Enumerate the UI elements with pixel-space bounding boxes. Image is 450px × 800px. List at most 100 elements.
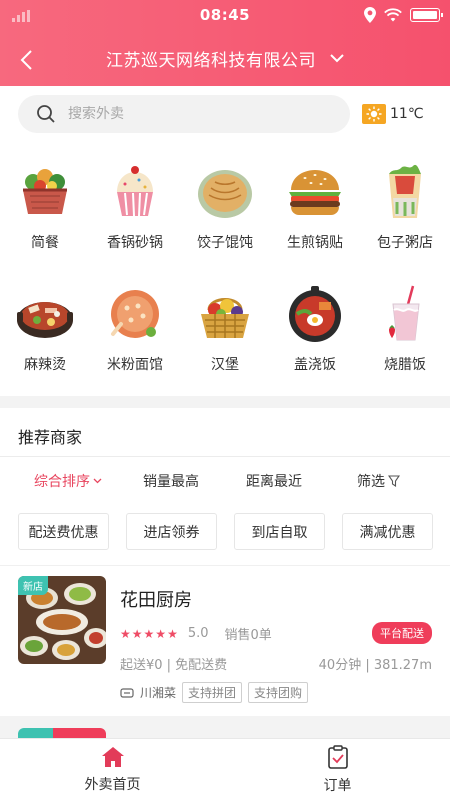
pancake-plate-icon [198,170,252,218]
basket-meal-icon [23,169,67,214]
shop-image: 新店 [18,576,106,664]
sort-label: 销量最高 [143,474,199,490]
new-shop-badge: 新店 [18,576,48,595]
order-clipboard-icon [327,744,348,769]
category-label: 生煎锅贴 [287,235,343,251]
delivery-badge: 平台配送 [372,622,432,644]
sort-bar: 综合排序 销量最高 距离最近 筛选 [0,467,450,495]
shop-info-row: 起送¥0 | 免配送费 40分钟 | 381.27m [120,654,432,673]
sort-comprehensive[interactable]: 综合排序 [34,471,102,491]
category-label: 米粉面馆 [107,357,163,373]
company-selector[interactable]: 江苏巡天网络科技有限公司 [106,46,344,71]
wifi-icon [384,8,402,22]
filter-full-reduction[interactable]: 满减优惠 [342,513,433,550]
cuisine-icon [120,687,134,698]
chevron-down-icon [330,53,344,62]
company-name: 江苏巡天网络科技有限公司 [106,50,316,71]
star-icon: ★ [120,626,131,641]
filter-icon [388,475,400,487]
rice-bowl-icon [289,286,341,342]
star-icon: ★ [143,626,155,641]
back-button[interactable] [8,42,44,78]
sort-label: 综合排序 [34,474,90,490]
shop-tag: 支持拼团 [182,682,243,703]
category-label: 包子粥店 [377,235,433,251]
sort-distance[interactable]: 距离最近 [246,471,302,491]
noodle-plate-icon [111,290,159,338]
category-label: 汉堡 [211,357,239,373]
category-label: 麻辣烫 [24,357,66,373]
sort-sales[interactable]: 销量最高 [143,471,199,491]
wrap-icon [389,164,421,218]
category-baozi[interactable]: 包子粥店 [360,150,450,272]
category-jiancan[interactable]: 简餐 [0,150,90,272]
sales-count: 销售0单 [224,628,272,643]
min-order: 起送¥0 | 免配送费 [120,658,228,673]
category-shaola[interactable]: 烧腊饭 [360,272,450,394]
category-mifen[interactable]: 米粉面馆 [90,272,180,394]
chevron-down-icon [93,478,102,484]
category-malatang[interactable]: 麻辣烫 [0,272,90,394]
temperature: 11℃ [390,106,424,122]
sort-label: 筛选 [357,474,385,490]
home-icon [101,746,124,767]
category-label: 简餐 [31,235,59,251]
category-label: 饺子馄饨 [197,235,253,251]
battery-icon [410,8,443,22]
burger-icon [289,170,341,215]
sun-icon [362,104,386,124]
location-icon [364,7,376,23]
category-shengjian[interactable]: 生煎锅贴 [270,150,360,272]
divider-line [0,456,450,457]
weather: 11℃ [362,104,424,124]
filter-chips: 配送费优惠 进店领券 到店自取 满减优惠 [18,513,433,550]
rating-row: ★ ★ ★ ★ ★ 5.0 销售0单 [120,624,272,643]
search-input[interactable] [68,106,308,122]
search-box[interactable] [18,95,350,133]
cuisine-label: 川湘菜 [140,686,177,700]
tab-bar: 外卖首页 订单 [0,738,450,800]
tab-home[interactable]: 外卖首页 [0,739,225,800]
tab-orders[interactable]: 订单 [225,739,450,800]
header: 08:45 江苏巡天网络科技有限公司 [0,0,450,86]
time-distance: 40分钟 | 381.27m [318,658,432,673]
fruit-basket-icon [201,298,249,338]
category-gaijiaofan[interactable]: 盖浇饭 [270,272,360,394]
category-jiaozi[interactable]: 饺子馄饨 [180,150,270,272]
divider-line [0,565,450,566]
status-icons [364,7,443,23]
tab-label: 订单 [323,777,352,794]
star-icon: ★ [131,626,143,641]
shop-card[interactable]: 新店 花田厨房 ★ ★ ★ ★ ★ 5.0 销售0单 平台配送 起送¥0 | 免配送费 … [18,576,432,706]
shop-tag: 支持团购 [248,682,309,703]
section-title: 推荐商家 [18,428,83,447]
category-grid: 简餐 香锅砂锅 饺子馄饨 生煎锅贴 包子粥店 麻辣烫 米粉面馆 汉堡 盖浇饭 烧… [0,150,450,394]
rating-stars: ★ ★ ★ ★ ★ [120,627,178,641]
cupcake-icon [117,166,153,217]
rating-score: 5.0 [187,626,209,641]
search-icon [37,105,55,123]
filter-pickup[interactable]: 到店自取 [234,513,325,550]
star-icon: ★ [167,626,178,641]
filter-coupon[interactable]: 进店领券 [126,513,217,550]
category-label: 盖浇饭 [294,357,336,373]
milkshake-icon [389,285,420,341]
shop-name: 花田厨房 [120,590,192,611]
category-xiangguo[interactable]: 香锅砂锅 [90,150,180,272]
shop-tags: 川湘菜 支持拼团 支持团购 [120,682,309,703]
category-label: 香锅砂锅 [107,235,163,251]
title-bar: 江苏巡天网络科技有限公司 [0,30,450,86]
next-shop-peek [18,728,106,738]
category-hanbao[interactable]: 汉堡 [180,272,270,394]
category-label: 烧腊饭 [384,357,426,373]
chevron-left-icon [20,50,32,70]
section-divider [0,396,450,408]
search-row: 11℃ [18,95,432,133]
filter-delivery-discount[interactable]: 配送费优惠 [18,513,109,550]
sort-filter[interactable]: 筛选 [357,471,400,491]
status-bar: 08:45 [0,0,450,30]
star-icon: ★ [155,626,167,641]
sort-label: 距离最近 [246,474,302,490]
hotpot-icon [17,302,73,338]
tab-label: 外卖首页 [84,776,141,793]
